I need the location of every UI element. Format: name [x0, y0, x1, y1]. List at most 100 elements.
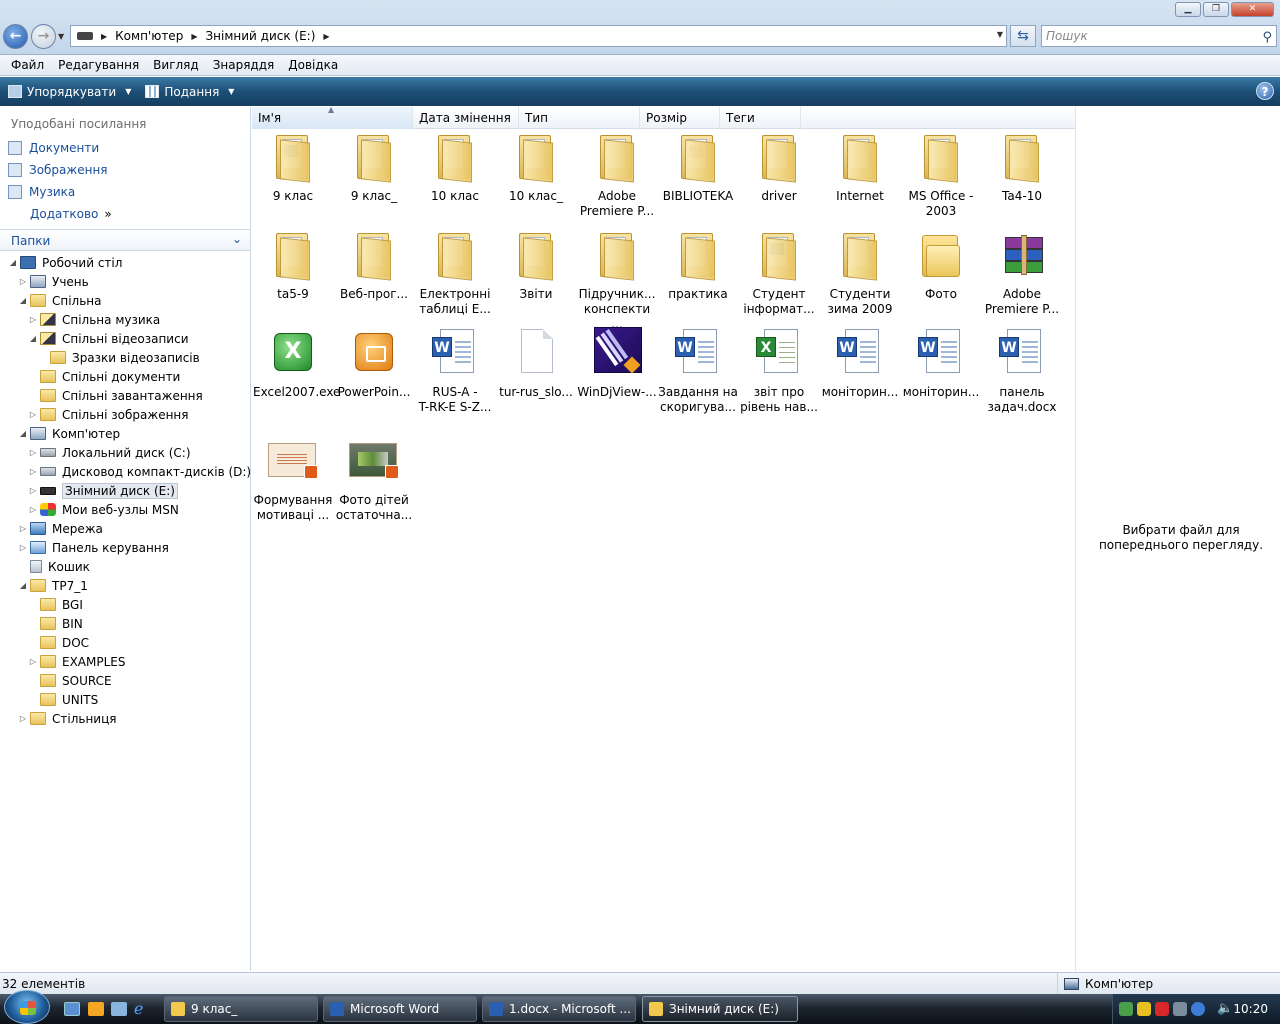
menu-edit[interactable]: Редагування — [51, 58, 146, 72]
file-item[interactable]: MS Office -2003 — [901, 131, 981, 219]
column-tags[interactable]: Теги — [720, 107, 801, 129]
search-icon[interactable]: ⚲ — [1262, 28, 1272, 48]
file-item[interactable]: 10 клас_ — [496, 131, 576, 204]
expanded-arrow-icon[interactable]: ◢ — [28, 334, 38, 343]
chevron-right-icon[interactable]: ▶ — [101, 32, 107, 41]
expanded-arrow-icon[interactable]: ◢ — [18, 429, 28, 438]
menu-file[interactable]: Файл — [4, 58, 51, 72]
tree-item[interactable]: ◢ Робочий стіл — [8, 253, 123, 272]
file-item[interactable]: Wмоніторин... — [901, 327, 981, 400]
column-size[interactable]: Розмір — [640, 107, 720, 129]
file-item[interactable]: Wпанель задач.docx — [982, 327, 1062, 415]
collapsed-arrow-icon[interactable]: ▷ — [18, 714, 28, 723]
collapsed-arrow-icon[interactable]: ▷ — [28, 505, 38, 514]
start-button[interactable] — [4, 990, 50, 1024]
maximize-button[interactable]: ❐ — [1203, 2, 1229, 17]
search-input[interactable]: Пошук ⚲ — [1041, 25, 1277, 47]
volume-icon[interactable]: 🔈 — [1217, 1002, 1233, 1016]
tree-item[interactable]: ▷ Дисковод компакт-дисків (D:) — [28, 462, 251, 481]
menu-help[interactable]: Довідка — [281, 58, 345, 72]
file-item[interactable]: Фото — [901, 229, 981, 302]
tree-item[interactable]: ▷ Спільні зображення — [28, 405, 189, 424]
file-item[interactable]: практика — [658, 229, 738, 302]
clock[interactable]: 10:20 — [1233, 1002, 1268, 1016]
tree-item[interactable]: ▷ Стільниця — [18, 709, 117, 728]
file-item[interactable]: Електронні таблиці Е... — [415, 229, 495, 317]
file-item[interactable]: Adobe Premiere P... — [982, 229, 1062, 317]
tree-item[interactable]: ▷ Знімний диск (E:) — [28, 481, 178, 500]
forward-button[interactable]: → — [31, 24, 56, 49]
taskbar-item-9-klas[interactable]: 9 клас_ — [164, 996, 318, 1022]
collapsed-arrow-icon[interactable]: ▷ — [28, 486, 38, 495]
file-item[interactable]: 9 клас — [253, 131, 333, 204]
tree-item[interactable]: ◢ TP7_1 — [18, 576, 88, 595]
internet-explorer-icon[interactable]: ℯ — [134, 1001, 150, 1017]
tree-item[interactable]: ▷ Локальний диск (C:) — [28, 443, 191, 462]
switch-windows-icon[interactable] — [111, 1002, 127, 1016]
tree-item[interactable]: Кошик — [18, 557, 90, 576]
chevron-right-icon[interactable]: ▶ — [191, 32, 197, 41]
file-item[interactable]: X Excel2007.exe — [253, 327, 340, 400]
safely-remove-hardware-icon[interactable] — [1119, 1002, 1133, 1016]
taskbar-item-word[interactable]: Microsoft Word — [323, 996, 477, 1022]
tree-item[interactable]: ▷ Мережа — [18, 519, 103, 538]
tree-item[interactable]: ◢ Комп'ютер — [18, 424, 120, 443]
refresh-button[interactable]: ⇆ — [1010, 25, 1036, 47]
menu-tools[interactable]: Знаряддя — [206, 58, 282, 72]
collapsed-arrow-icon[interactable]: ▷ — [18, 277, 28, 286]
tree-item[interactable]: ◢ Спільні відеозаписи — [28, 329, 189, 348]
collapsed-arrow-icon[interactable]: ▷ — [28, 315, 38, 324]
chevron-right-icon[interactable]: ▶ — [323, 32, 329, 41]
file-item[interactable]: 10 клас — [415, 131, 495, 204]
file-item[interactable]: tur-rus_slo... — [496, 327, 576, 400]
tree-item[interactable]: Зразки відеозаписів — [38, 348, 200, 367]
address-dropdown[interactable]: ▼ — [997, 30, 1003, 39]
column-type[interactable]: Тип — [519, 107, 640, 129]
recent-pages-dropdown[interactable]: ▼ — [58, 32, 64, 41]
star-icon[interactable] — [1137, 1002, 1151, 1016]
more-links[interactable]: Додатково » — [30, 207, 112, 221]
collapsed-arrow-icon[interactable]: ▷ — [28, 410, 38, 419]
tree-item[interactable]: BGI — [28, 595, 83, 614]
views-button[interactable]: Подання ▼ — [145, 85, 234, 99]
back-button[interactable]: ← — [3, 24, 28, 49]
tree-item[interactable]: ▷ Учень — [18, 272, 89, 291]
tree-item[interactable]: DOC — [28, 633, 89, 652]
tree-item[interactable]: SOURCE — [28, 671, 112, 690]
file-item[interactable]: Звіти — [496, 229, 576, 302]
tree-item[interactable]: ▷ Спільна музика — [28, 310, 160, 329]
file-item[interactable]: W RUS-A - T-RK-E S-Z... — [415, 327, 495, 415]
tree-item[interactable]: ▷ Панель керування — [18, 538, 169, 557]
file-item[interactable]: Wмоніторин... — [820, 327, 900, 400]
collapsed-arrow-icon[interactable]: ▷ — [28, 657, 38, 666]
collapsed-arrow-icon[interactable]: ▷ — [18, 543, 28, 552]
file-item[interactable]: Xзвіт про рівень нав... — [739, 327, 819, 415]
file-item[interactable]: Студенти зима 2009 — [820, 229, 900, 317]
minimize-button[interactable]: ▁ — [1175, 2, 1201, 17]
file-item[interactable]: Adobe Premiere P... — [577, 131, 657, 219]
media-player-icon[interactable] — [88, 1002, 104, 1016]
tools-icon[interactable] — [1173, 1002, 1187, 1016]
file-item[interactable]: Студент інформат... — [739, 229, 819, 317]
tree-item[interactable]: Спільні завантаження — [28, 386, 203, 405]
show-desktop-icon[interactable] — [64, 1002, 80, 1016]
file-item[interactable]: WinDjView-... — [577, 327, 657, 400]
file-item[interactable]: Підручник... конспекти ... — [577, 229, 657, 332]
folders-header[interactable]: Папки ⌄ — [0, 229, 250, 251]
breadcrumb-removable-disk[interactable]: Знімний диск (E:) — [205, 29, 315, 43]
breadcrumb-computer[interactable]: Комп'ютер — [115, 29, 183, 43]
file-item[interactable]: 9 клас_ — [334, 131, 414, 204]
file-item[interactable]: PowerPoin... — [334, 327, 414, 400]
address-bar[interactable]: ▶ Комп'ютер ▶ Знімний диск (E:) ▶ ▼ — [70, 25, 1007, 47]
taskbar-item-removable-disk[interactable]: Знімний диск (E:) — [642, 996, 798, 1022]
expanded-arrow-icon[interactable]: ◢ — [8, 258, 18, 267]
column-date-modified[interactable]: Дата змінення — [413, 107, 519, 129]
file-item[interactable]: W Завдання на скоригува... — [658, 327, 738, 415]
file-item[interactable]: Internet — [820, 131, 900, 204]
tree-item[interactable]: BIN — [28, 614, 83, 633]
file-item[interactable]: Формування мотиваці ... — [253, 435, 333, 523]
tree-item[interactable]: ▷ EXAMPLES — [28, 652, 126, 671]
antivirus-icon[interactable] — [1155, 1002, 1169, 1016]
expanded-arrow-icon[interactable]: ◢ — [18, 296, 28, 305]
file-item[interactable]: BIBLIOTEKA — [658, 131, 738, 204]
